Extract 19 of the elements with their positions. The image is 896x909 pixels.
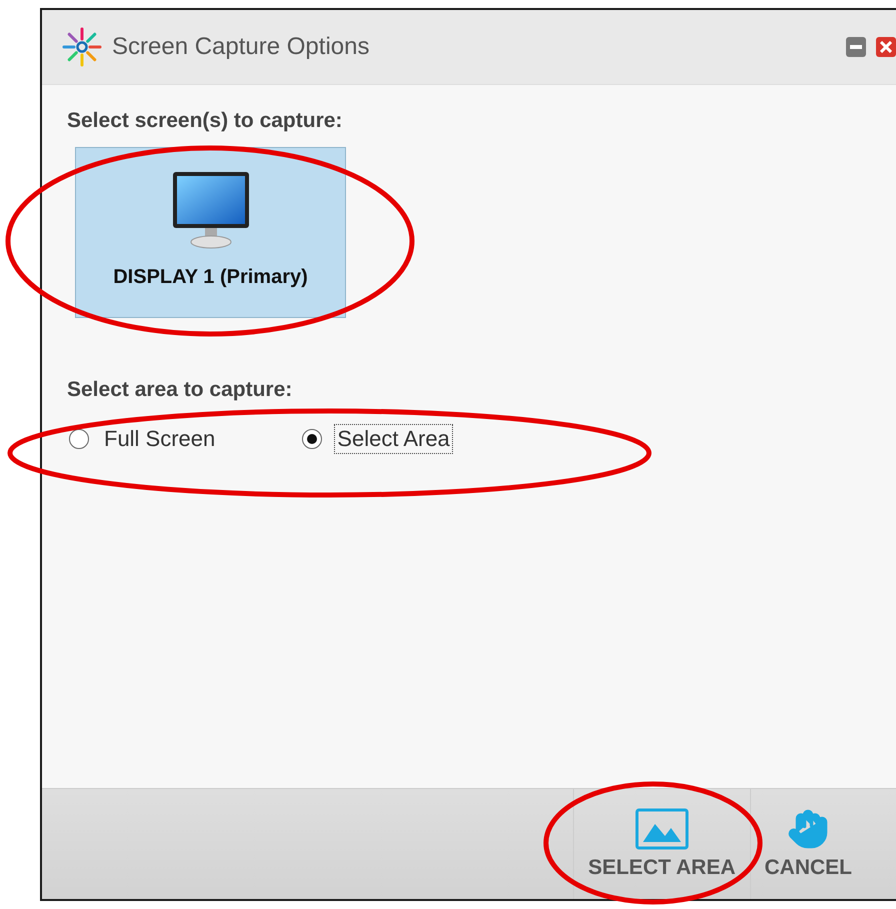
radio-button[interactable] (69, 429, 89, 449)
picture-frame-icon (634, 808, 689, 850)
minimize-button[interactable] (846, 37, 866, 57)
radio-label[interactable]: Full Screen (101, 424, 218, 454)
close-icon (880, 41, 892, 53)
section-heading: Select area to capture: (67, 378, 292, 402)
monitor-icon (170, 170, 250, 250)
radio-button[interactable] (302, 429, 322, 449)
window-title: Screen Capture Options (112, 33, 370, 61)
close-button[interactable] (876, 37, 896, 57)
radio-label[interactable]: Select Area (334, 424, 453, 454)
minimize-icon (850, 45, 862, 49)
section-heading: Select screen(s) to capture: (67, 109, 342, 133)
logo-icon (62, 27, 102, 67)
cancel-button[interactable]: CANCEL (750, 789, 866, 899)
display-tile[interactable]: DISPLAY 1 (Primary) (75, 147, 346, 318)
select-area-button[interactable]: SELECT AREA (573, 789, 750, 899)
display-label: DISPLAY 1 (Primary) (113, 266, 308, 289)
hand-icon (787, 808, 830, 850)
